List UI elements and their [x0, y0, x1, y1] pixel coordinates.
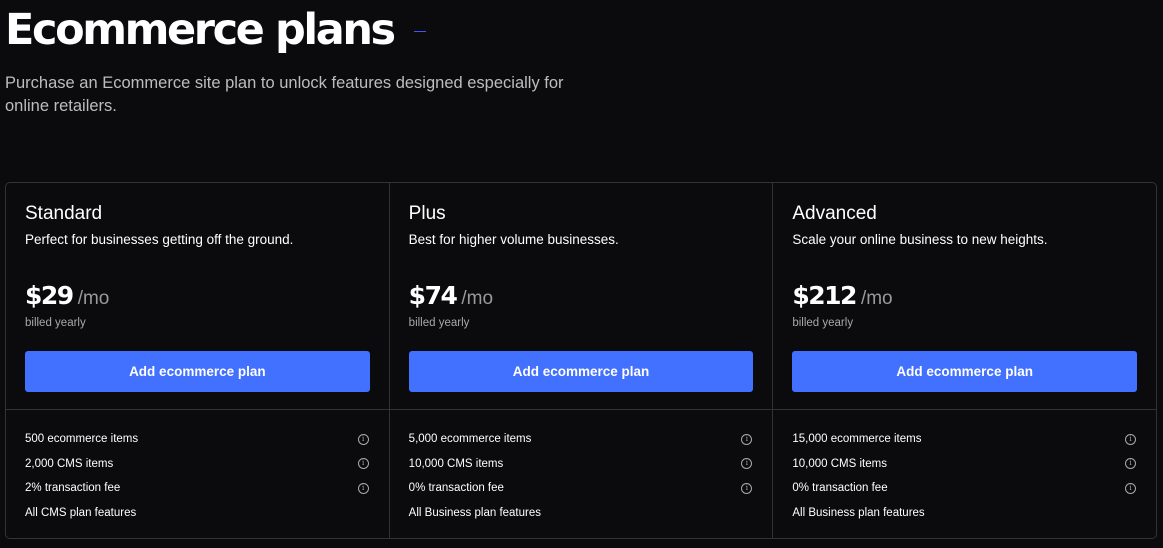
plan-price: $74	[408, 281, 458, 310]
plan-summary: Standard Perfect for businesses getting …	[6, 183, 389, 410]
pricing-page: Ecommerce plans Purchase an Ecommerce si…	[0, 0, 1163, 548]
price-row: $212 /mo	[792, 281, 1137, 310]
plan-description: Perfect for businesses getting off the g…	[25, 232, 294, 247]
info-icon[interactable]: i	[357, 433, 369, 445]
plan-price: $212	[792, 281, 857, 310]
title-accent-dash	[413, 30, 426, 32]
feature-text: 10,000 CMS items	[792, 457, 887, 470]
feature-text: 2% transaction fee	[25, 482, 121, 495]
feature-text: 5,000 ecommerce items	[408, 433, 532, 446]
feature-item: 10,000 CMS items i	[409, 452, 754, 477]
info-icon[interactable]: i	[357, 482, 369, 494]
add-ecommerce-plan-button[interactable]: Add ecommerce plan	[25, 351, 370, 392]
feature-item: 0% transaction fee i	[792, 476, 1137, 501]
feature-text: 2,000 CMS items	[25, 457, 114, 470]
feature-item: 5,000 ecommerce items i	[409, 427, 754, 452]
info-icon[interactable]: i	[1125, 482, 1137, 494]
plan-name: Standard	[25, 203, 103, 224]
feature-item: 500 ecommerce items i	[25, 427, 370, 452]
plan-name: Plus	[408, 203, 446, 224]
price-row: $29 /mo	[25, 281, 370, 310]
feature-text: All CMS plan features	[25, 506, 137, 519]
billing-note: billed yearly	[25, 317, 86, 329]
plan-summary: Advanced Scale your online business to n…	[773, 183, 1156, 410]
price-period: /mo	[461, 288, 494, 309]
feature-item: All Business plan features	[792, 501, 1137, 526]
plan-card-standard: Standard Perfect for businesses getting …	[6, 183, 390, 538]
feature-item: 0% transaction fee i	[409, 476, 754, 501]
feature-text: All Business plan features	[792, 506, 925, 519]
plan-name: Advanced	[792, 203, 877, 224]
billing-note: billed yearly	[792, 317, 854, 329]
price-period: /mo	[860, 288, 893, 309]
feature-item: All CMS plan features	[25, 501, 370, 526]
add-ecommerce-plan-button[interactable]: Add ecommerce plan	[408, 351, 754, 392]
price-row: $74 /mo	[409, 281, 754, 310]
price-period: /mo	[77, 288, 110, 309]
plan-summary: Plus Best for higher volume businesses. …	[389, 183, 773, 410]
info-icon[interactable]: i	[741, 458, 753, 470]
info-icon[interactable]: i	[357, 458, 369, 470]
feature-text: 0% transaction fee	[792, 482, 888, 495]
info-icon[interactable]: i	[1125, 458, 1137, 470]
plan-card-plus: Plus Best for higher volume businesses. …	[389, 183, 774, 538]
plan-price: $29	[25, 281, 74, 310]
plan-card-advanced: Advanced Scale your online business to n…	[773, 183, 1156, 538]
feature-text: All Business plan features	[408, 506, 541, 519]
feature-text: 500 ecommerce items	[25, 433, 139, 446]
page-header: Ecommerce plans	[5, 4, 426, 56]
page-title: Ecommerce plans	[5, 5, 396, 55]
info-icon[interactable]: i	[741, 433, 753, 445]
feature-list: 500 ecommerce items i 2,000 CMS items i …	[6, 410, 389, 525]
feature-text: 15,000 ecommerce items	[792, 433, 922, 446]
feature-text: 10,000 CMS items	[408, 457, 504, 470]
feature-item: 2,000 CMS items i	[25, 452, 370, 477]
plan-description: Scale your online business to new height…	[792, 232, 1048, 247]
feature-item: 15,000 ecommerce items i	[792, 427, 1137, 452]
feature-list: 15,000 ecommerce items i 10,000 CMS item…	[773, 410, 1156, 525]
feature-item: 10,000 CMS items i	[792, 452, 1137, 477]
feature-item: 2% transaction fee i	[25, 476, 370, 501]
add-ecommerce-plan-button[interactable]: Add ecommerce plan	[792, 351, 1138, 392]
billing-note: billed yearly	[408, 317, 470, 329]
feature-list: 5,000 ecommerce items i 10,000 CMS items…	[390, 410, 773, 525]
feature-item: All Business plan features	[409, 501, 754, 526]
info-icon[interactable]: i	[741, 482, 753, 494]
plans-grid: Standard Perfect for businesses getting …	[5, 182, 1157, 539]
info-icon[interactable]: i	[1125, 433, 1137, 445]
page-subtitle: Purchase an Ecommerce site plan to unloc…	[5, 74, 564, 115]
plan-description: Best for higher volume businesses.	[408, 232, 619, 247]
feature-text: 0% transaction fee	[408, 482, 504, 495]
